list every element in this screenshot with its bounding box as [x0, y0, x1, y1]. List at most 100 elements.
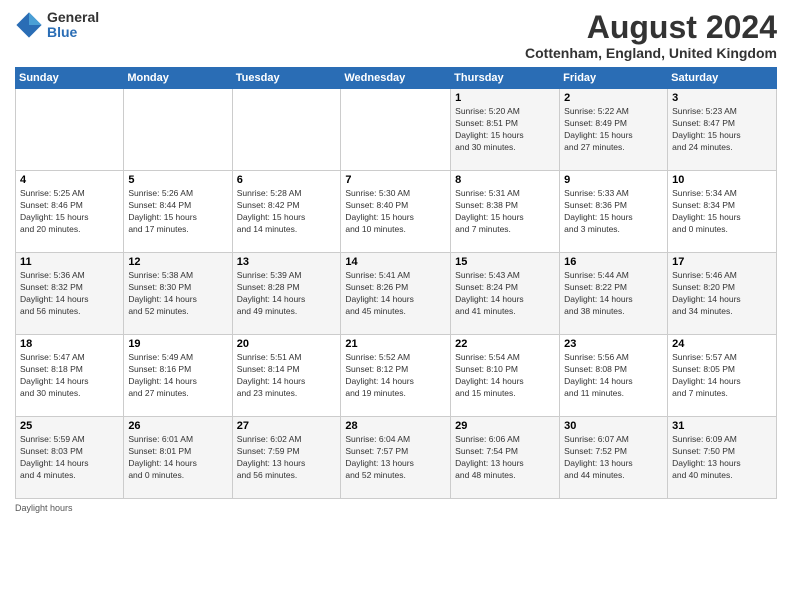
day-info: Sunrise: 5:46 AM Sunset: 8:20 PM Dayligh…	[672, 270, 772, 318]
day-number: 27	[237, 420, 337, 432]
calendar-cell: 13 Sunrise: 5:39 AM Sunset: 8:28 PM Dayli…	[232, 253, 341, 335]
calendar-cell	[16, 89, 124, 171]
calendar-cell: 2Sunrise: 5:22 AM Sunset: 8:49 PM Daylig…	[560, 89, 668, 171]
calendar-cell: 10Sunrise: 5:34 AM Sunset: 8:34 PM Dayli…	[668, 171, 777, 253]
day-info: Sunrise: 5:31 AM Sunset: 8:38 PM Dayligh…	[455, 188, 555, 236]
day-number: 23	[564, 338, 663, 350]
calendar-cell	[232, 89, 341, 171]
calendar-cell	[341, 89, 451, 171]
day-number: 1	[455, 92, 555, 104]
day-info: Sunrise: 6:02 AM Sunset: 7:59 PM Dayligh…	[237, 434, 337, 482]
calendar-cell: 11 Sunrise: 5:36 AM Sunset: 8:32 PM Dayli…	[16, 253, 124, 335]
calendar-cell: 9 Sunrise: 5:33 AM Sunset: 8:36 PM Daylig…	[560, 171, 668, 253]
calendar-cell: 7 Sunrise: 5:30 AM Sunset: 8:40 PM Daylig…	[341, 171, 451, 253]
day-number: 30	[564, 420, 663, 432]
day-info: Sunrise: 5:33 AM Sunset: 8:36 PM Dayligh…	[564, 188, 663, 236]
calendar-cell: 14 Sunrise: 5:41 AM Sunset: 8:26 PM Dayli…	[341, 253, 451, 335]
day-number: 10	[672, 174, 772, 186]
page: General Blue August 2024 Cottenham, Engl…	[0, 0, 792, 612]
calendar-cell: 27 Sunrise: 6:02 AM Sunset: 7:59 PM Dayli…	[232, 417, 341, 499]
day-info: Sunrise: 5:26 AM Sunset: 8:44 PM Dayligh…	[128, 188, 227, 236]
day-info: Sunrise: 5:36 AM Sunset: 8:32 PM Dayligh…	[20, 270, 119, 318]
day-info: Sunrise: 5:23 AM Sunset: 8:47 PM Dayligh…	[672, 106, 772, 154]
day-number: 4	[20, 174, 119, 186]
day-number: 22	[455, 338, 555, 350]
weekday-header: Friday	[560, 68, 668, 89]
day-number: 6	[237, 174, 337, 186]
day-number: 19	[128, 338, 227, 350]
weekday-header: Wednesday	[341, 68, 451, 89]
day-info: Sunrise: 5:49 AM Sunset: 8:16 PM Dayligh…	[128, 352, 227, 400]
calendar-cell: 24Sunrise: 5:57 AM Sunset: 8:05 PM Dayli…	[668, 335, 777, 417]
weekday-header: Sunday	[16, 68, 124, 89]
day-info: Sunrise: 5:51 AM Sunset: 8:14 PM Dayligh…	[237, 352, 337, 400]
calendar-cell: 8 Sunrise: 5:31 AM Sunset: 8:38 PM Daylig…	[451, 171, 560, 253]
calendar-cell: 26Sunrise: 6:01 AM Sunset: 8:01 PM Dayli…	[124, 417, 232, 499]
day-number: 28	[345, 420, 446, 432]
calendar-week-row: 18Sunrise: 5:47 AM Sunset: 8:18 PM Dayli…	[16, 335, 777, 417]
calendar-week-row: 25 Sunrise: 5:59 AM Sunset: 8:03 PM Dayli…	[16, 417, 777, 499]
logo: General Blue	[15, 10, 99, 41]
day-info: Sunrise: 5:54 AM Sunset: 8:10 PM Dayligh…	[455, 352, 555, 400]
calendar-cell: 28 Sunrise: 6:04 AM Sunset: 7:57 PM Dayli…	[341, 417, 451, 499]
location: Cottenham, England, United Kingdom	[525, 45, 777, 61]
title-block: August 2024 Cottenham, England, United K…	[525, 10, 777, 61]
day-info: Sunrise: 5:38 AM Sunset: 8:30 PM Dayligh…	[128, 270, 227, 318]
weekday-header: Tuesday	[232, 68, 341, 89]
calendar-week-row: 1Sunrise: 5:20 AM Sunset: 8:51 PM Daylig…	[16, 89, 777, 171]
weekday-header: Thursday	[451, 68, 560, 89]
calendar-table: SundayMondayTuesdayWednesdayThursdayFrid…	[15, 67, 777, 499]
calendar-cell: 25 Sunrise: 5:59 AM Sunset: 8:03 PM Dayli…	[16, 417, 124, 499]
day-number: 13	[237, 256, 337, 268]
day-info: Sunrise: 6:07 AM Sunset: 7:52 PM Dayligh…	[564, 434, 663, 482]
day-number: 9	[564, 174, 663, 186]
calendar-cell: 20 Sunrise: 5:51 AM Sunset: 8:14 PM Dayli…	[232, 335, 341, 417]
calendar-cell: 5 Sunrise: 5:26 AM Sunset: 8:44 PM Daylig…	[124, 171, 232, 253]
month-year: August 2024	[525, 10, 777, 45]
day-number: 24	[672, 338, 772, 350]
logo-general-text: General	[47, 10, 99, 25]
day-number: 29	[455, 420, 555, 432]
calendar-cell: 21Sunrise: 5:52 AM Sunset: 8:12 PM Dayli…	[341, 335, 451, 417]
day-number: 16	[564, 256, 663, 268]
calendar-cell: 16Sunrise: 5:44 AM Sunset: 8:22 PM Dayli…	[560, 253, 668, 335]
logo-icon	[15, 11, 43, 39]
daylight-label: Daylight hours	[15, 503, 73, 513]
day-number: 11	[20, 256, 119, 268]
calendar-cell	[124, 89, 232, 171]
day-number: 31	[672, 420, 772, 432]
logo-blue-text: Blue	[47, 25, 99, 40]
day-info: Sunrise: 6:06 AM Sunset: 7:54 PM Dayligh…	[455, 434, 555, 482]
day-number: 15	[455, 256, 555, 268]
day-info: Sunrise: 6:09 AM Sunset: 7:50 PM Dayligh…	[672, 434, 772, 482]
calendar-week-row: 4Sunrise: 5:25 AM Sunset: 8:46 PM Daylig…	[16, 171, 777, 253]
calendar-week-row: 11 Sunrise: 5:36 AM Sunset: 8:32 PM Dayli…	[16, 253, 777, 335]
calendar-cell: 23 Sunrise: 5:56 AM Sunset: 8:08 PM Dayli…	[560, 335, 668, 417]
day-number: 8	[455, 174, 555, 186]
day-info: Sunrise: 5:59 AM Sunset: 8:03 PM Dayligh…	[20, 434, 119, 482]
calendar-cell: 18Sunrise: 5:47 AM Sunset: 8:18 PM Dayli…	[16, 335, 124, 417]
weekday-header: Saturday	[668, 68, 777, 89]
calendar-header-row: SundayMondayTuesdayWednesdayThursdayFrid…	[16, 68, 777, 89]
calendar-cell: 15Sunrise: 5:43 AM Sunset: 8:24 PM Dayli…	[451, 253, 560, 335]
day-info: Sunrise: 5:56 AM Sunset: 8:08 PM Dayligh…	[564, 352, 663, 400]
day-info: Sunrise: 6:04 AM Sunset: 7:57 PM Dayligh…	[345, 434, 446, 482]
day-info: Sunrise: 5:41 AM Sunset: 8:26 PM Dayligh…	[345, 270, 446, 318]
day-number: 21	[345, 338, 446, 350]
day-info: Sunrise: 5:39 AM Sunset: 8:28 PM Dayligh…	[237, 270, 337, 318]
day-number: 25	[20, 420, 119, 432]
day-info: Sunrise: 5:30 AM Sunset: 8:40 PM Dayligh…	[345, 188, 446, 236]
day-info: Sunrise: 5:47 AM Sunset: 8:18 PM Dayligh…	[20, 352, 119, 400]
calendar-cell: 30 Sunrise: 6:07 AM Sunset: 7:52 PM Dayli…	[560, 417, 668, 499]
calendar-cell: 19 Sunrise: 5:49 AM Sunset: 8:16 PM Dayli…	[124, 335, 232, 417]
day-number: 7	[345, 174, 446, 186]
day-number: 14	[345, 256, 446, 268]
day-number: 12	[128, 256, 227, 268]
calendar-cell: 17Sunrise: 5:46 AM Sunset: 8:20 PM Dayli…	[668, 253, 777, 335]
weekday-header: Monday	[124, 68, 232, 89]
day-info: Sunrise: 5:28 AM Sunset: 8:42 PM Dayligh…	[237, 188, 337, 236]
day-number: 5	[128, 174, 227, 186]
day-number: 20	[237, 338, 337, 350]
day-number: 2	[564, 92, 663, 104]
calendar-cell: 1Sunrise: 5:20 AM Sunset: 8:51 PM Daylig…	[451, 89, 560, 171]
